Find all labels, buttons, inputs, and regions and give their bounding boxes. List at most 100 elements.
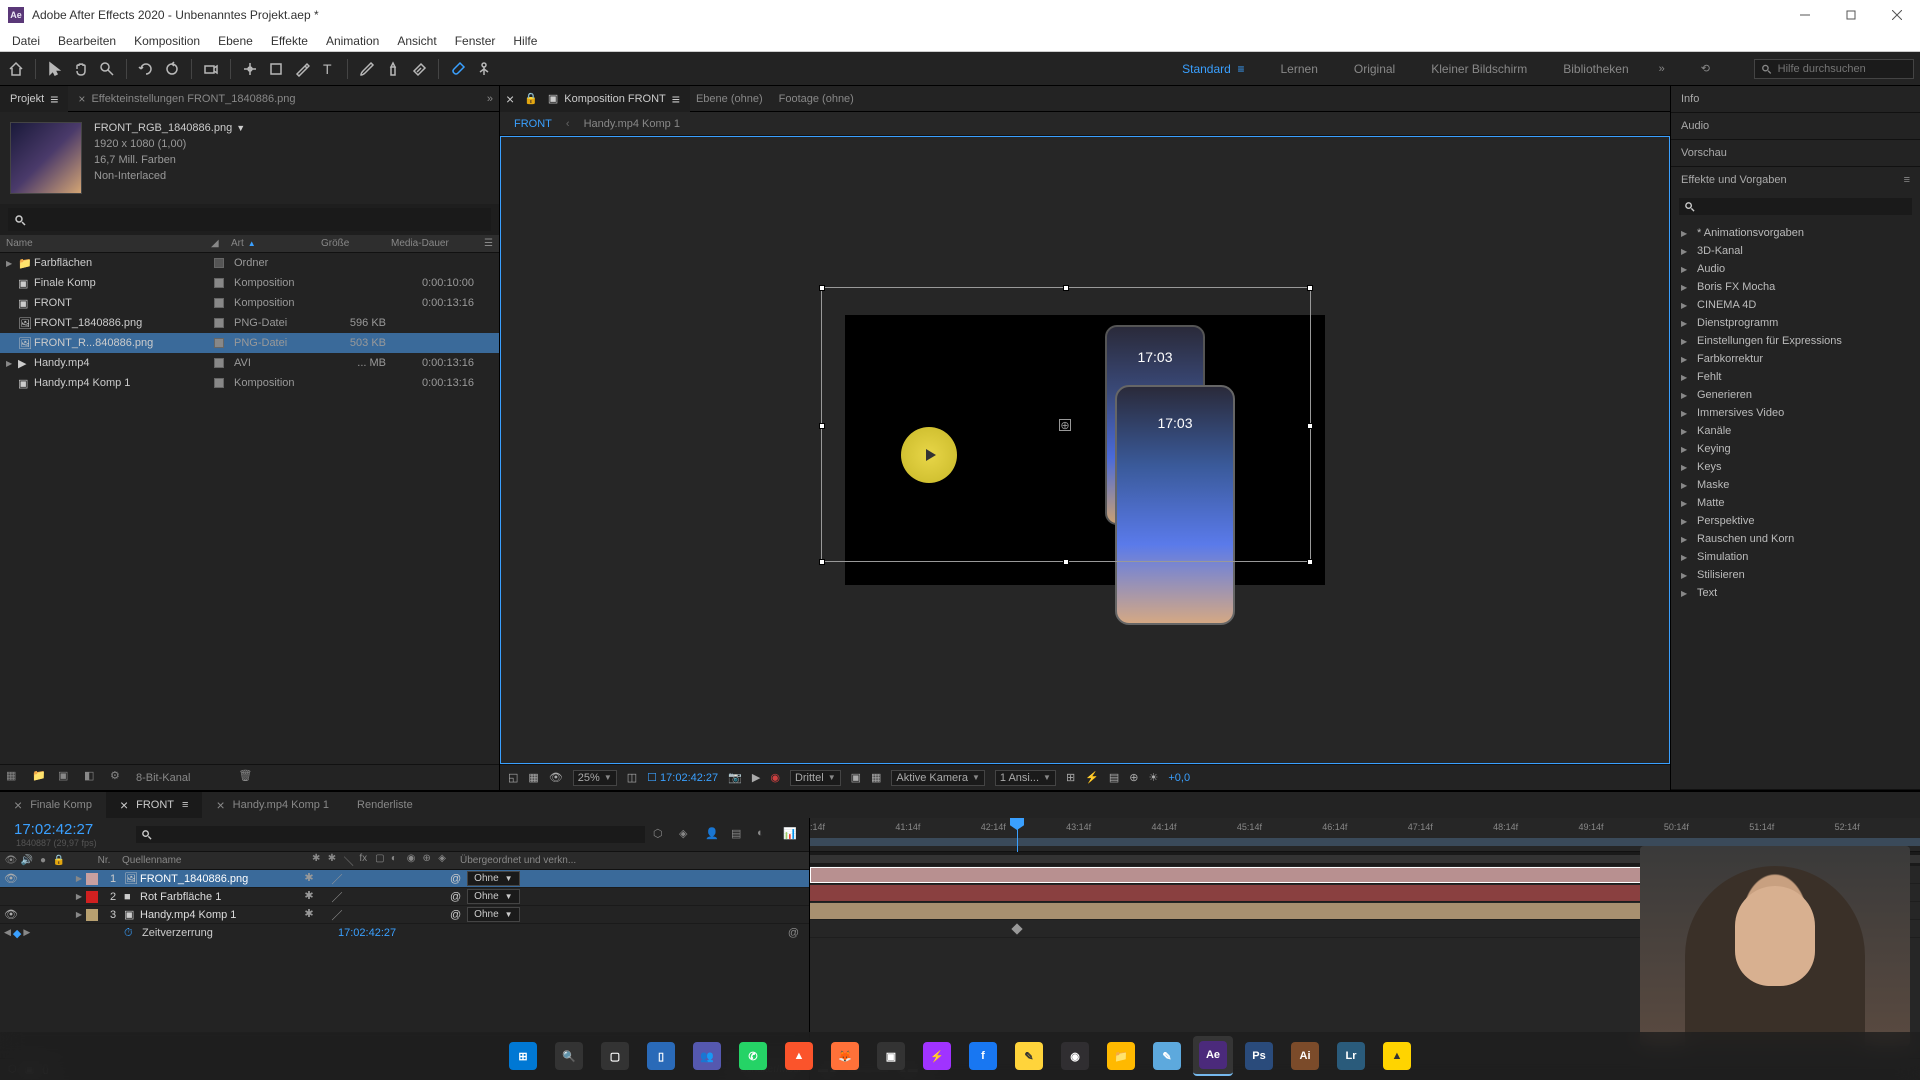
- color-mgmt-icon[interactable]: ◉: [770, 771, 780, 784]
- new-adjustment-button[interactable]: ◧: [84, 769, 102, 787]
- property-row[interactable]: ◀◆▶ ⏱ Zeitverzerrung 17:02:42:27 @: [0, 924, 809, 942]
- selection-tool[interactable]: [45, 59, 65, 79]
- menu-animation[interactable]: Animation: [318, 32, 387, 50]
- sel-handle-ml[interactable]: [819, 423, 825, 429]
- workspace-kleiner bildschirm[interactable]: Kleiner Bildschirm: [1425, 58, 1533, 80]
- taskbar-start[interactable]: ⊞: [503, 1036, 543, 1076]
- effect-category[interactable]: ▶3D-Kanal: [1671, 242, 1920, 260]
- anchor-point-icon[interactable]: ⊕: [1059, 419, 1071, 431]
- bit-depth-label[interactable]: 8-Bit-Kanal: [136, 772, 190, 784]
- taskbar-app2[interactable]: ▲: [1377, 1036, 1417, 1076]
- eraser-tool[interactable]: [409, 59, 429, 79]
- menu-datei[interactable]: Datei: [4, 32, 48, 50]
- viewer-timecode[interactable]: ☐ 17:02:42:27: [647, 771, 718, 784]
- effect-category[interactable]: ▶Maske: [1671, 476, 1920, 494]
- taskbar-teams[interactable]: 👥: [687, 1036, 727, 1076]
- layer-tab[interactable]: Ebene (ohne): [690, 88, 773, 110]
- project-item[interactable]: ▶📁FarbflächenOrdner: [0, 253, 499, 273]
- minimize-button[interactable]: [1782, 0, 1828, 30]
- effect-category[interactable]: ▶Einstellungen für Expressions: [1671, 332, 1920, 350]
- property-value[interactable]: 17:02:42:27: [338, 927, 396, 939]
- col-number[interactable]: Nr.: [86, 855, 122, 866]
- menu-komposition[interactable]: Komposition: [126, 32, 208, 50]
- toggle-mask-icon[interactable]: 👁: [549, 771, 563, 784]
- parent-dropdown[interactable]: Ohne▼: [467, 907, 519, 922]
- effect-category[interactable]: ▶Keys: [1671, 458, 1920, 476]
- effect-category[interactable]: ▶Stilisieren: [1671, 566, 1920, 584]
- col-source[interactable]: Quellenname: [122, 855, 312, 866]
- toggle-alpha-icon[interactable]: ◱: [508, 771, 518, 784]
- sel-handle-tr[interactable]: [1307, 285, 1313, 291]
- close-icon[interactable]: ×: [216, 797, 224, 813]
- taskbar-firefox[interactable]: 🦊: [825, 1036, 865, 1076]
- pickwhip-icon[interactable]: @: [450, 873, 461, 885]
- menu-fenster[interactable]: Fenster: [447, 32, 504, 50]
- effect-category[interactable]: ▶* Animationsvorgaben: [1671, 224, 1920, 242]
- taskbar-files[interactable]: 📁: [1101, 1036, 1141, 1076]
- work-area-bar[interactable]: [810, 838, 1920, 846]
- menu-ebene[interactable]: Ebene: [210, 32, 261, 50]
- timeline-tab[interactable]: ×Handy.mp4 Komp 1: [202, 792, 343, 818]
- camera-dropdown[interactable]: Aktive Kamera▼: [891, 770, 984, 786]
- views-dropdown[interactable]: 1 Ansi...▼: [995, 770, 1056, 786]
- sync-settings-icon[interactable]: ⟲: [1701, 62, 1710, 75]
- taskbar-facebook[interactable]: f: [963, 1036, 1003, 1076]
- effect-category[interactable]: ▶Farbkorrektur: [1671, 350, 1920, 368]
- roi-icon[interactable]: ▣: [851, 771, 861, 784]
- timeline-tab[interactable]: ×FRONT≡: [106, 792, 203, 818]
- guides-icon[interactable]: ▦: [871, 771, 881, 784]
- taskbar-search[interactable]: 🔍: [549, 1036, 589, 1076]
- new-folder-button[interactable]: 📁: [32, 769, 50, 787]
- project-item[interactable]: ▣Finale KompKomposition0:00:10:00: [0, 273, 499, 293]
- panel-overflow-icon[interactable]: »: [487, 93, 493, 105]
- workspace-bibliotheken[interactable]: Bibliotheken: [1557, 58, 1634, 80]
- col-duration[interactable]: Media-Dauer: [391, 238, 471, 249]
- effects-list[interactable]: ▶* Animationsvorgaben▶3D-Kanal▶Audio▶Bor…: [1671, 220, 1920, 606]
- audio-panel[interactable]: Audio: [1671, 113, 1920, 140]
- effect-category[interactable]: ▶Generieren: [1671, 386, 1920, 404]
- sel-handle-tm[interactable]: [1063, 285, 1069, 291]
- keyframe-icon[interactable]: [1011, 923, 1022, 934]
- effect-category[interactable]: ▶Fehlt: [1671, 368, 1920, 386]
- breadcrumb-current[interactable]: FRONT: [514, 118, 552, 130]
- rotobrush-tool[interactable]: [448, 59, 468, 79]
- home-button[interactable]: [6, 59, 26, 79]
- taskbar-ai[interactable]: Ai: [1285, 1036, 1325, 1076]
- reset-exposure-icon[interactable]: ☀: [1148, 771, 1158, 784]
- snapshot-icon[interactable]: 📷: [728, 771, 742, 784]
- timeline-layers[interactable]: 👁 ▶ 1 🖼 FRONT_1840886.png ✱／ @Ohne▼ ▶ 2 …: [0, 870, 809, 942]
- project-item[interactable]: 🖼FRONT_1840886.pngPNG-Datei596 KB: [0, 313, 499, 333]
- menu-hilfe[interactable]: Hilfe: [505, 32, 545, 50]
- timeline-search[interactable]: [136, 826, 645, 843]
- taskbar-explorer[interactable]: ▯: [641, 1036, 681, 1076]
- clone-tool[interactable]: [383, 59, 403, 79]
- effect-category[interactable]: ▶Immersives Video: [1671, 404, 1920, 422]
- asset-name[interactable]: FRONT_RGB_1840886.png▼: [94, 122, 245, 134]
- playhead[interactable]: [1010, 818, 1026, 851]
- project-item[interactable]: ▶▶Handy.mp4AVI... MB0:00:13:16: [0, 353, 499, 373]
- project-item[interactable]: ▣Handy.mp4 Komp 1Komposition0:00:13:16: [0, 373, 499, 393]
- taskbar-app1[interactable]: ▣: [871, 1036, 911, 1076]
- puppet-tool[interactable]: [474, 59, 494, 79]
- taskbar-ae[interactable]: Ae: [1193, 1036, 1233, 1076]
- footage-tab[interactable]: Footage (ohne): [773, 88, 864, 110]
- preview-panel[interactable]: Vorschau: [1671, 140, 1920, 167]
- zoom-dropdown[interactable]: 25%▼: [573, 770, 617, 786]
- project-tab[interactable]: Projekt≡: [0, 86, 68, 112]
- col-label-icon[interactable]: ◢: [211, 238, 231, 249]
- close-icon[interactable]: ×: [120, 797, 128, 813]
- fast-preview-icon[interactable]: ⚡: [1085, 771, 1099, 784]
- workspace-lernen[interactable]: Lernen: [1275, 58, 1324, 80]
- info-panel[interactable]: Info: [1671, 86, 1920, 113]
- taskbar-messenger[interactable]: ⚡: [917, 1036, 957, 1076]
- shy-icon[interactable]: 👤: [705, 827, 721, 843]
- project-search-input[interactable]: [26, 212, 485, 227]
- effect-category[interactable]: ▶Text: [1671, 584, 1920, 602]
- taskbar-brave[interactable]: ▲: [779, 1036, 819, 1076]
- zoom-tool[interactable]: [97, 59, 117, 79]
- menu-bearbeiten[interactable]: Bearbeiten: [50, 32, 124, 50]
- effect-category[interactable]: ▶Simulation: [1671, 548, 1920, 566]
- col-settings-icon[interactable]: ☰: [484, 238, 493, 249]
- taskbar-ps[interactable]: Ps: [1239, 1036, 1279, 1076]
- col-parent[interactable]: Übergeordnet und verkn...: [452, 855, 809, 866]
